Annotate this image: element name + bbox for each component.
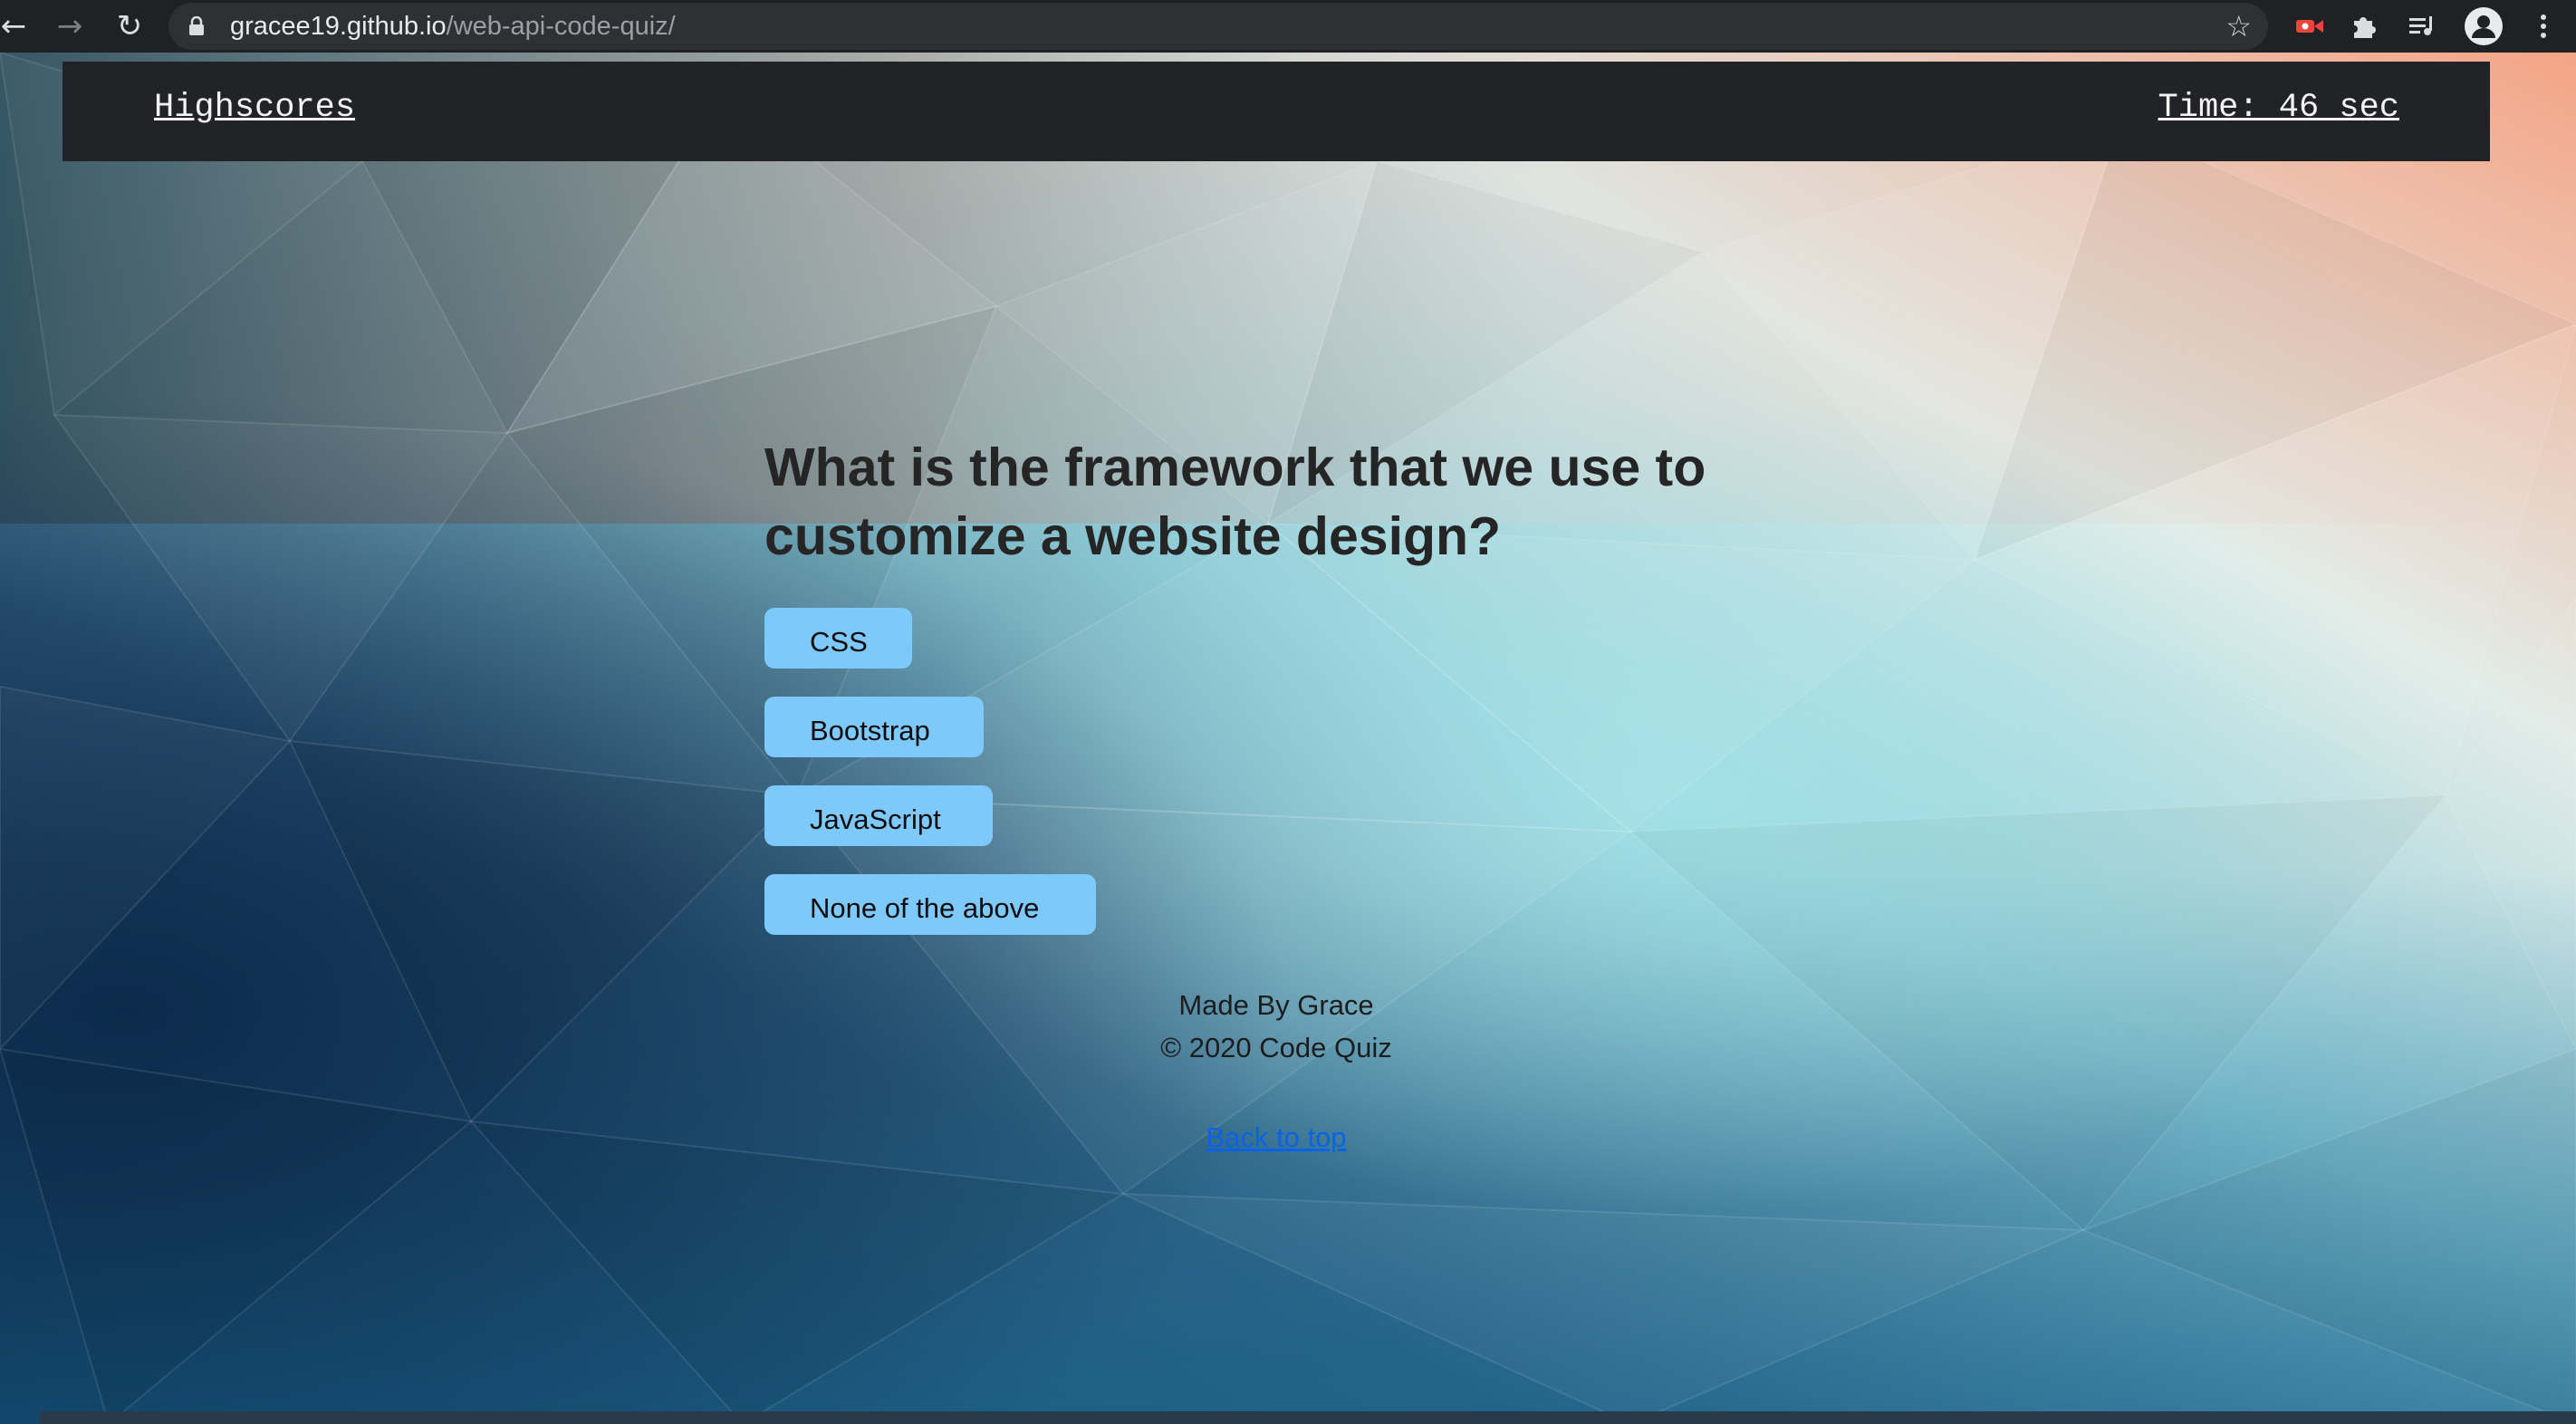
bottom-scroll-strip xyxy=(40,1411,2576,1424)
back-icon[interactable]: ← xyxy=(0,0,40,53)
quiz-card: What is the framework that we use to cus… xyxy=(764,433,1942,963)
back-to-top-link[interactable]: Back to top xyxy=(1206,1116,1346,1159)
lock-icon xyxy=(189,16,204,35)
answer-button-bootstrap[interactable]: Bootstrap xyxy=(764,697,984,757)
copyright-text: © 2020 Code Quiz xyxy=(1160,1032,1392,1063)
forward-icon[interactable]: → xyxy=(43,0,96,53)
browser-toolbar: ← → ↻ gracee19.github.io/web-api-code-qu… xyxy=(0,0,2576,53)
highscores-link[interactable]: Highscores xyxy=(154,89,355,127)
timer-display: Time: 46 sec xyxy=(2158,89,2399,127)
url-text[interactable]: gracee19.github.io/web-api-code-quiz/ xyxy=(230,3,676,50)
answer-button-none-of-the-above[interactable]: None of the above xyxy=(764,874,1096,935)
profile-icon[interactable] xyxy=(2462,0,2505,53)
screen-record-extension-icon[interactable] xyxy=(2290,0,2330,53)
menu-kebab-icon[interactable] xyxy=(2527,0,2560,53)
url-path: /web-api-code-quiz/ xyxy=(446,12,676,41)
page-viewport: Highscores Time: 46 sec What is the fram… xyxy=(0,53,2576,1424)
made-by-text: Made By Grace xyxy=(1178,989,1374,1021)
answer-button-javascript[interactable]: JavaScript xyxy=(764,785,993,846)
reload-icon[interactable]: ↻ xyxy=(103,0,156,53)
answer-button-css[interactable]: CSS xyxy=(764,608,912,669)
page-footer: Made By Grace © 2020 Code Quiz Back to t… xyxy=(0,984,2552,1159)
star-icon[interactable]: ☆ xyxy=(2225,3,2252,50)
address-bar[interactable]: gracee19.github.io/web-api-code-quiz/ ☆ xyxy=(168,3,2268,50)
reading-list-icon[interactable] xyxy=(2402,0,2442,53)
answer-list: CSS Bootstrap JavaScript None of the abo… xyxy=(764,608,1942,935)
extensions-puzzle-icon[interactable] xyxy=(2344,0,2384,53)
question-text: What is the framework that we use to cus… xyxy=(764,438,1706,566)
url-host: gracee19.github.io xyxy=(230,12,447,41)
site-header: Highscores Time: 46 sec xyxy=(62,62,2490,161)
